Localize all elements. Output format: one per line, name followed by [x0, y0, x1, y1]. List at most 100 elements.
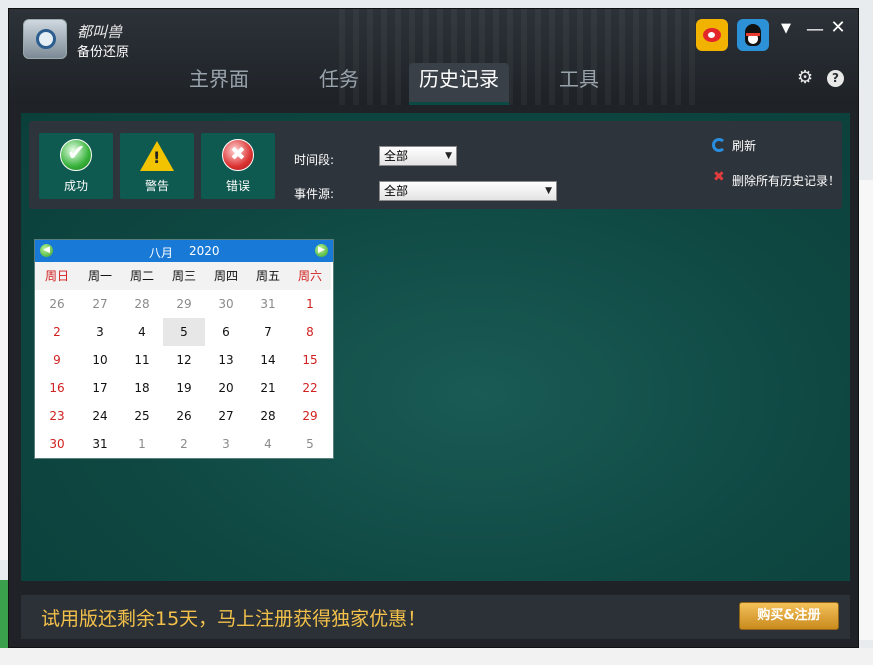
- calendar-day[interactable]: 27: [205, 402, 247, 430]
- minimize-button[interactable]: —: [806, 19, 824, 40]
- calendar-day[interactable]: 12: [163, 346, 205, 374]
- app-name: 备份还原: [77, 45, 130, 60]
- calendar-day[interactable]: 7: [247, 318, 289, 346]
- history-panel: 成功 ! 警告 错误 时间段: 全部 ▼ 事件源: 全部 ▼ 刷新: [21, 113, 850, 581]
- calendar-day[interactable]: 30: [205, 290, 247, 318]
- calendar-week-row: 9 10 11 12 13 14 15: [35, 346, 333, 374]
- event-source-value: 全部: [384, 184, 409, 198]
- chevron-down-icon: ▼: [445, 151, 452, 161]
- calendar-grid: 周日 周一 周二 周三 周四 周五 周六 26 27 28 29 30 31 1: [35, 262, 333, 458]
- calendar-day[interactable]: 30: [35, 430, 79, 458]
- delete-all-history-link[interactable]: 删除所有历史记录！: [732, 172, 840, 189]
- history-calendar: ◀ 八月 2020 ▶ 周日 周一 周二 周三 周四 周五 周六 26 27 2…: [34, 239, 334, 459]
- calendar-week-row: 2 3 4 5 6 7 8: [35, 318, 333, 346]
- weekday-header-row: 周日 周一 周二 周三 周四 周五 周六: [35, 262, 333, 290]
- calendar-day[interactable]: 4: [121, 318, 163, 346]
- calendar-day[interactable]: 21: [247, 374, 289, 402]
- calendar-week-row: 26 27 28 29 30 31 1: [35, 290, 333, 318]
- calendar-day[interactable]: 16: [35, 374, 79, 402]
- calendar-day[interactable]: 26: [35, 290, 79, 318]
- calendar-day[interactable]: 4: [247, 430, 289, 458]
- calendar-day[interactable]: 6: [205, 318, 247, 346]
- app-brand: 都叫兽: [77, 23, 123, 41]
- filter-success-button[interactable]: 成功: [39, 133, 113, 199]
- weekday-label: 周三: [163, 262, 205, 290]
- calendar-day[interactable]: 14: [247, 346, 289, 374]
- qq-icon[interactable]: [737, 19, 769, 51]
- warning-mark: !: [153, 148, 161, 167]
- filter-error-label: 错误: [225, 179, 250, 193]
- filter-success-label: 成功: [63, 179, 88, 193]
- calendar-day[interactable]: 28: [247, 402, 289, 430]
- calendar-day[interactable]: 3: [79, 318, 121, 346]
- weekday-label: 周五: [247, 262, 289, 290]
- calendar-day[interactable]: 11: [121, 346, 163, 374]
- weekday-label: 周日: [35, 262, 79, 290]
- close-button[interactable]: ✕: [829, 17, 847, 38]
- filter-error-button[interactable]: 错误: [201, 133, 275, 199]
- weekday-label: 周一: [79, 262, 121, 290]
- calendar-day[interactable]: 29: [163, 290, 205, 318]
- calendar-day[interactable]: 1: [121, 430, 163, 458]
- calendar-header: ◀ 八月 2020 ▶: [35, 240, 333, 262]
- tab-home[interactable]: 主界面: [169, 63, 269, 105]
- buy-register-button[interactable]: 购买&注册: [739, 602, 839, 630]
- gear-icon[interactable]: ⚙: [797, 67, 813, 88]
- calendar-day[interactable]: 27: [79, 290, 121, 318]
- weibo-icon[interactable]: [696, 19, 728, 51]
- background-bottom-strip: [0, 648, 873, 665]
- calendar-day[interactable]: 2: [35, 318, 79, 346]
- calendar-day[interactable]: 28: [121, 290, 163, 318]
- title-bar[interactable]: 都叫兽 备份还原 主界面 任务 历史记录 工具 ▼ — ✕ ⚙ ?: [9, 9, 858, 105]
- success-check-icon: [60, 139, 92, 171]
- calendar-day[interactable]: 5: [289, 430, 331, 458]
- trial-notice: 试用版还剩余15天，马上注册获得独家优惠！: [41, 608, 427, 630]
- calendar-week-row: 16 17 18 19 20 21 22: [35, 374, 333, 402]
- refresh-link[interactable]: 刷新: [732, 137, 756, 154]
- calendar-day[interactable]: 13: [205, 346, 247, 374]
- calendar-day[interactable]: 10: [79, 346, 121, 374]
- calendar-year[interactable]: 2020: [189, 244, 220, 258]
- time-range-select[interactable]: 全部 ▼: [379, 146, 457, 166]
- filter-warning-label: 警告: [144, 179, 169, 193]
- calendar-day[interactable]: 31: [79, 430, 121, 458]
- calendar-day[interactable]: 25: [121, 402, 163, 430]
- calendar-day[interactable]: 9: [35, 346, 79, 374]
- calendar-day[interactable]: 20: [205, 374, 247, 402]
- calendar-day[interactable]: 19: [163, 374, 205, 402]
- time-range-label: 时间段:: [294, 153, 335, 167]
- calendar-day[interactable]: 8: [289, 318, 331, 346]
- prev-month-icon[interactable]: ◀: [40, 244, 53, 257]
- tab-history[interactable]: 历史记录: [409, 63, 509, 105]
- delete-icon[interactable]: ✖: [713, 169, 725, 185]
- help-icon[interactable]: ?: [827, 70, 844, 87]
- weekday-label: 周四: [205, 262, 247, 290]
- tab-tools[interactable]: 工具: [529, 63, 629, 105]
- calendar-day[interactable]: 15: [289, 346, 331, 374]
- weekday-label: 周六: [289, 262, 331, 290]
- calendar-day[interactable]: 23: [35, 402, 79, 430]
- tab-tasks[interactable]: 任务: [289, 63, 389, 105]
- calendar-day[interactable]: 26: [163, 402, 205, 430]
- calendar-day[interactable]: 29: [289, 402, 331, 430]
- calendar-month[interactable]: 八月: [149, 244, 173, 261]
- calendar-day[interactable]: 17: [79, 374, 121, 402]
- main-tabs: 主界面 任务 历史记录 工具: [169, 63, 649, 105]
- next-month-icon[interactable]: ▶: [315, 244, 328, 257]
- calendar-day-today[interactable]: 5: [163, 318, 205, 346]
- calendar-day[interactable]: 1: [289, 290, 331, 318]
- time-range-value: 全部: [384, 149, 409, 163]
- calendar-day[interactable]: 24: [79, 402, 121, 430]
- filter-warning-button[interactable]: ! 警告: [120, 133, 194, 199]
- refresh-icon[interactable]: [712, 138, 726, 152]
- calendar-day[interactable]: 22: [289, 374, 331, 402]
- calendar-day[interactable]: 2: [163, 430, 205, 458]
- skin-icon[interactable]: ▼: [781, 21, 791, 36]
- calendar-day[interactable]: 31: [247, 290, 289, 318]
- event-source-select[interactable]: 全部 ▼: [379, 181, 557, 201]
- calendar-day[interactable]: 3: [205, 430, 247, 458]
- calendar-day[interactable]: 18: [121, 374, 163, 402]
- error-x-icon: [222, 139, 254, 171]
- app-logo-icon: [23, 19, 67, 59]
- app-window: 都叫兽 备份还原 主界面 任务 历史记录 工具 ▼ — ✕ ⚙ ? 成功 ! 警…: [8, 8, 859, 648]
